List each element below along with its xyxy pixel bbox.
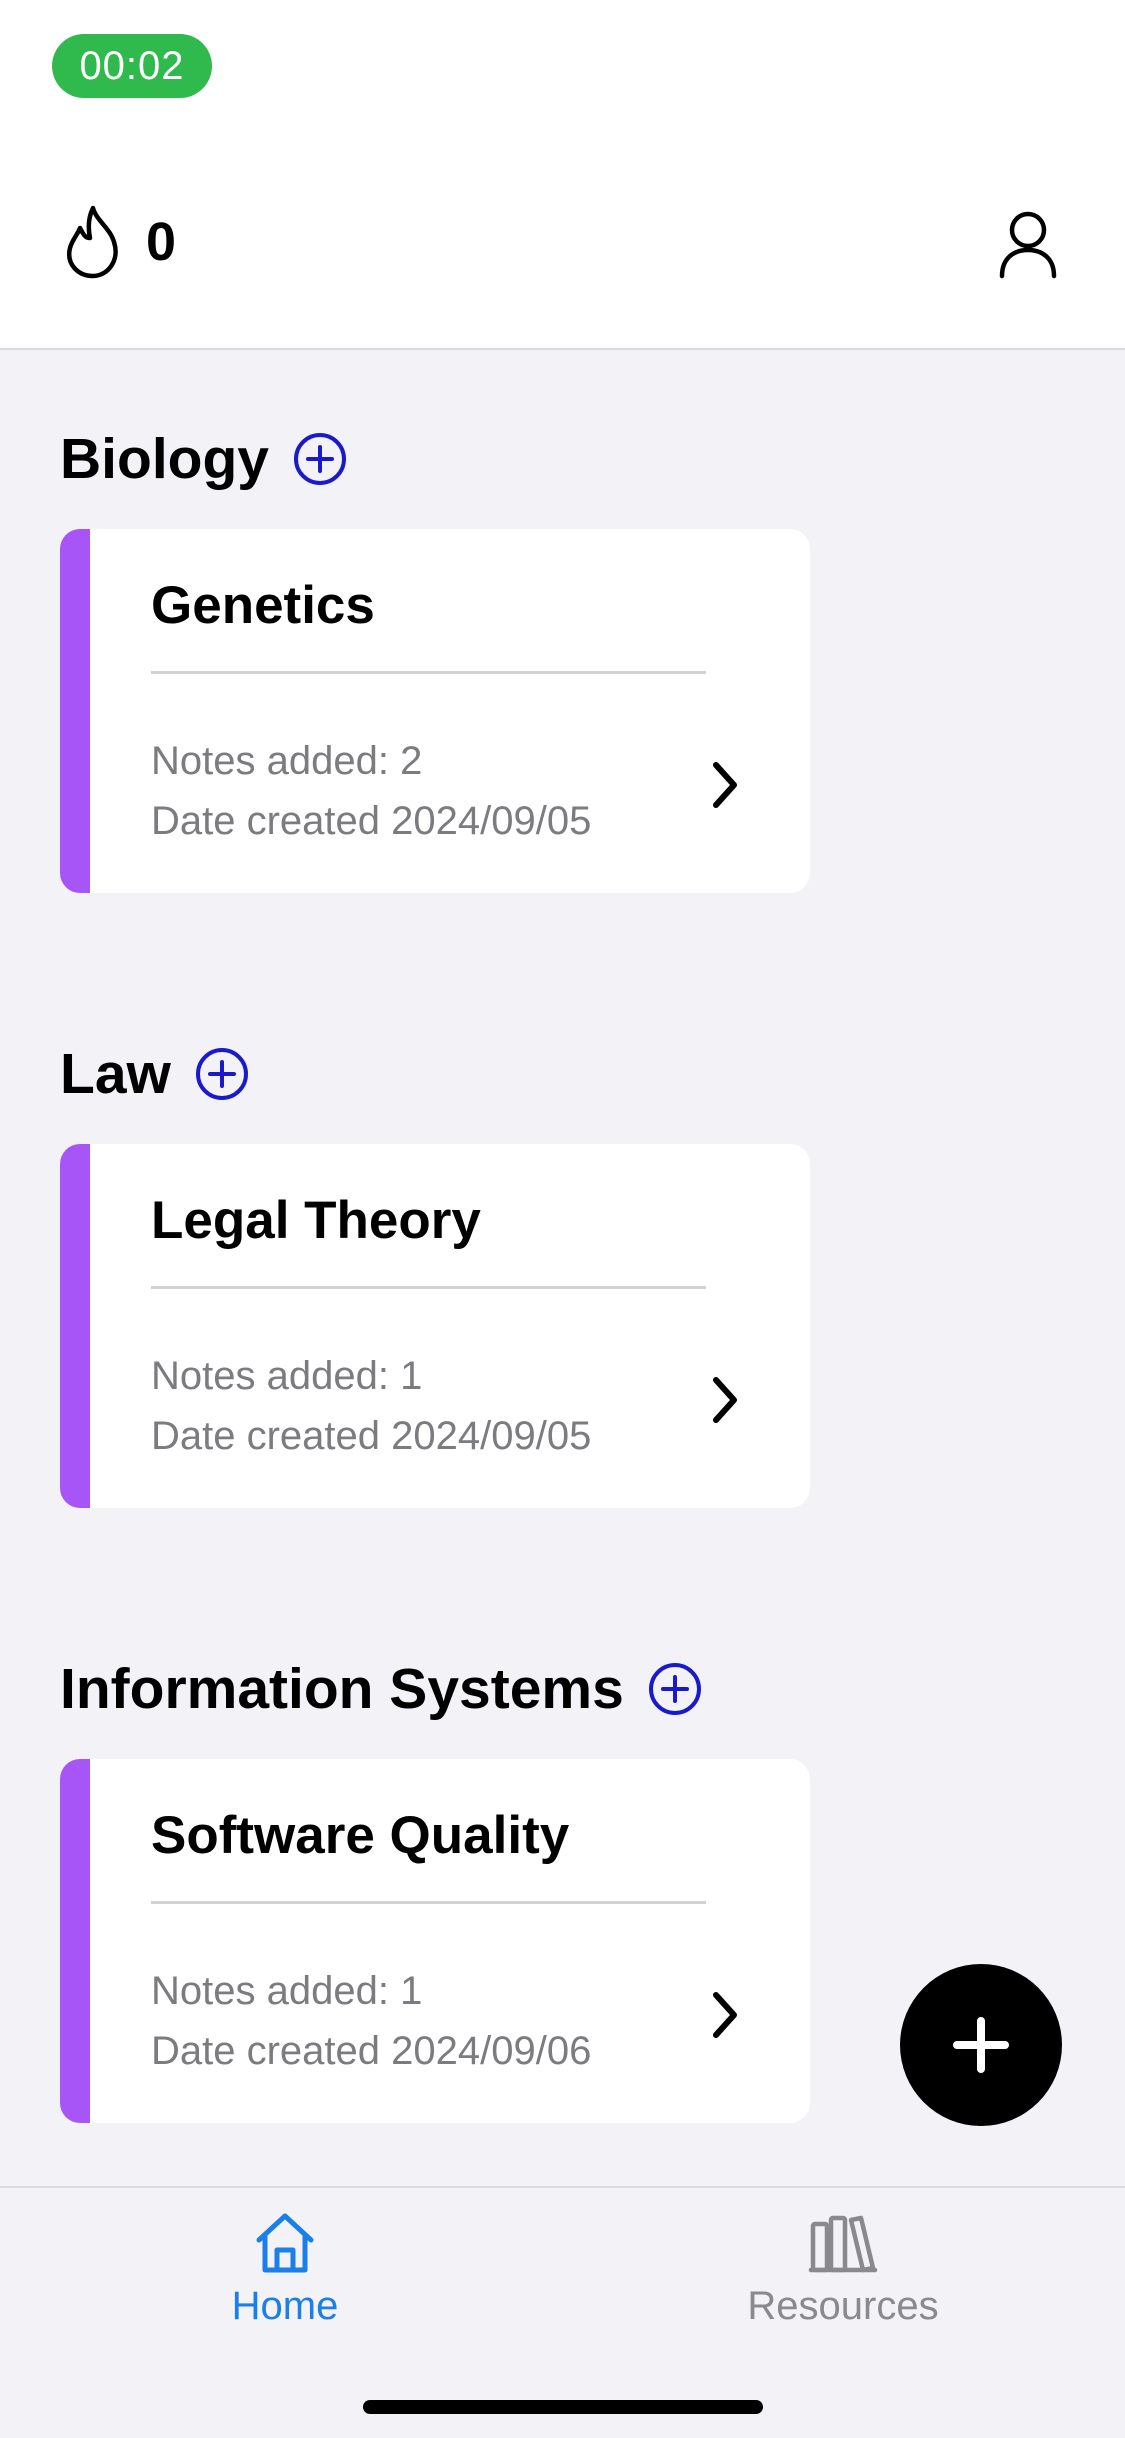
section-title: Information Systems bbox=[60, 1657, 624, 1721]
add-fab-button[interactable] bbox=[900, 1964, 1062, 2126]
section-information-systems: Information Systems Software Quality Not… bbox=[60, 1649, 1060, 2123]
home-icon bbox=[256, 2213, 314, 2273]
card-divider bbox=[151, 671, 706, 674]
add-circle-icon[interactable] bbox=[195, 1047, 249, 1101]
add-circle-icon[interactable] bbox=[293, 432, 347, 486]
course-card[interactable]: Genetics Notes added: 2 Date created 202… bbox=[60, 529, 810, 893]
streak-counter[interactable]: 0 bbox=[60, 204, 176, 280]
section-biology: Biology Genetics Notes added: 2 Date cre… bbox=[60, 419, 1060, 893]
section-law: Law Legal Theory Notes added: 1 Date cre… bbox=[60, 1034, 1060, 1508]
header: 0 bbox=[0, 160, 1125, 350]
card-title: Software Quality bbox=[151, 1806, 570, 1865]
status-bar: 00:02 bbox=[0, 0, 1125, 160]
tab-label: Home bbox=[231, 2284, 339, 2328]
date-created: Date created 2024/09/05 bbox=[151, 799, 592, 843]
card-title: Genetics bbox=[151, 576, 375, 635]
tab-home[interactable]: Home bbox=[135, 2210, 435, 2329]
streak-count: 0 bbox=[146, 212, 177, 272]
chevron-right-icon[interactable] bbox=[706, 1372, 746, 1428]
chevron-right-icon[interactable] bbox=[706, 1987, 746, 2043]
recording-timer: 00:02 bbox=[52, 34, 212, 98]
notes-count: Notes added: 2 bbox=[151, 739, 423, 783]
card-accent bbox=[60, 529, 90, 893]
date-created: Date created 2024/09/06 bbox=[151, 2029, 592, 2073]
plus-icon bbox=[953, 2017, 1009, 2073]
notes-count: Notes added: 1 bbox=[151, 1969, 423, 2013]
section-title: Biology bbox=[60, 427, 269, 491]
chevron-right-icon[interactable] bbox=[706, 757, 746, 813]
person-icon[interactable] bbox=[996, 210, 1060, 280]
card-divider bbox=[151, 1901, 706, 1904]
date-created: Date created 2024/09/05 bbox=[151, 1414, 592, 1458]
home-indicator bbox=[363, 2400, 763, 2414]
course-card[interactable]: Software Quality Notes added: 1 Date cre… bbox=[60, 1759, 810, 2123]
tab-bar: Home Resources bbox=[0, 2186, 1125, 2438]
add-circle-icon[interactable] bbox=[648, 1662, 702, 1716]
tab-resources[interactable]: Resources bbox=[693, 2210, 993, 2329]
card-accent bbox=[60, 1759, 90, 2123]
tab-label: Resources bbox=[747, 2284, 939, 2328]
section-title: Law bbox=[60, 1042, 171, 1106]
card-divider bbox=[151, 1286, 706, 1289]
notes-count: Notes added: 1 bbox=[151, 1354, 423, 1398]
card-title: Legal Theory bbox=[151, 1191, 481, 1250]
flame-icon bbox=[60, 204, 126, 280]
card-accent bbox=[60, 1144, 90, 1508]
books-icon bbox=[808, 2215, 878, 2273]
course-card[interactable]: Legal Theory Notes added: 1 Date created… bbox=[60, 1144, 810, 1508]
